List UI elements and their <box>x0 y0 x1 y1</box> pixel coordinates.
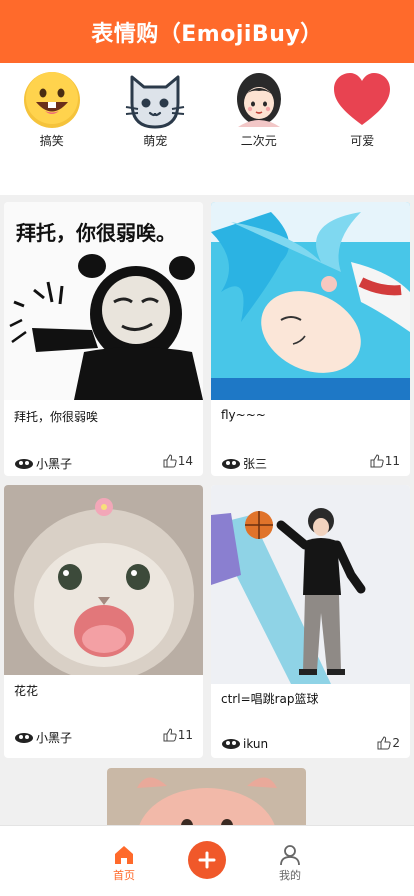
like-button[interactable]: 2 <box>377 736 400 750</box>
like-count: 11 <box>177 728 193 742</box>
tab-home[interactable]: 首页 <box>94 844 154 883</box>
category-funny[interactable]: 搞笑 <box>0 63 104 195</box>
post-title: fly~~~ <box>221 408 266 422</box>
post-card[interactable] <box>107 768 306 825</box>
thumbs-up-icon <box>163 454 177 468</box>
author-name: ikun <box>243 737 269 751</box>
post-title: 花花 <box>14 684 39 698</box>
post-author[interactable]: 小黑子 <box>14 729 72 746</box>
category-label: 可爱 <box>350 134 375 148</box>
anime-girl-icon <box>236 73 281 127</box>
like-count: 11 <box>384 454 400 468</box>
cat-face-icon <box>126 75 185 129</box>
like-button[interactable]: 11 <box>163 728 193 742</box>
like-count: 2 <box>392 736 400 750</box>
tab-home-label: 首页 <box>113 869 135 882</box>
author-avatar-icon <box>15 732 33 743</box>
tab-mine[interactable]: 我的 <box>260 844 320 883</box>
category-anime[interactable]: 二次元 <box>207 63 311 195</box>
category-pets[interactable]: 萌宠 <box>104 63 208 195</box>
post-title: ctrl=唱跳rap篮球 <box>221 692 319 706</box>
post-card[interactable]: 拜托，你很弱唉。 拜托，你很弱唉 小黑子 14 <box>4 202 203 476</box>
category-label: 二次元 <box>240 134 277 148</box>
bottom-tab-bar: 首页 我的 <box>0 825 414 896</box>
plus-icon <box>198 851 216 869</box>
post-card[interactable]: fly~~~ 张三 11 <box>211 202 410 476</box>
panda-meme-image: 拜托，你很弱唉。 <box>4 202 203 400</box>
like-button[interactable]: 11 <box>370 454 400 468</box>
home-icon <box>115 846 133 864</box>
cat-meme-image <box>4 485 203 681</box>
author-avatar-icon <box>222 458 240 469</box>
author-name: 小黑子 <box>36 457 73 471</box>
post-author[interactable]: ikun <box>221 737 268 751</box>
thumbs-up-icon <box>370 454 384 468</box>
category-label: 搞笑 <box>39 134 64 148</box>
meme-caption: 拜托，你很弱唉。 <box>16 221 176 245</box>
user-icon <box>280 845 300 866</box>
post-feed: 拜托，你很弱唉。 拜托，你很弱唉 小黑子 14 fly~~~ 张三 11 花花 … <box>0 195 414 825</box>
thumbs-up-icon <box>377 736 391 750</box>
app-header: 表情购（EmojiBuy） <box>0 0 414 63</box>
thumbs-up-icon <box>163 728 177 742</box>
tab-mine-label: 我的 <box>279 869 301 882</box>
post-author[interactable]: 小黑子 <box>14 455 72 472</box>
like-button[interactable]: 14 <box>163 454 193 468</box>
app-title: 表情购（EmojiBuy） <box>91 21 323 47</box>
heart-icon <box>334 73 391 125</box>
author-name: 小黑子 <box>36 731 73 745</box>
category-cute[interactable]: 可爱 <box>311 63 414 195</box>
pink-pig-image <box>107 768 306 825</box>
app-screen: 表情购（EmojiBuy） 搞笑 萌宠 二次元 可爱 拜托，你很弱唉。 拜托，你… <box>0 0 414 896</box>
category-label: 萌宠 <box>143 134 168 148</box>
laughing-face-icon <box>23 72 80 128</box>
basketball-player-image <box>211 485 410 684</box>
post-card[interactable]: 花花 小黑子 11 <box>4 485 203 758</box>
author-avatar-icon <box>15 458 33 469</box>
author-name: 张三 <box>243 457 268 471</box>
author-avatar-icon <box>222 739 240 749</box>
anime-swimming-image <box>211 202 410 400</box>
post-title: 拜托，你很弱唉 <box>14 410 99 424</box>
add-post-button[interactable] <box>188 841 226 879</box>
like-count: 14 <box>177 454 193 468</box>
post-card[interactable]: ctrl=唱跳rap篮球 ikun 2 <box>211 485 410 758</box>
category-bar: 搞笑 萌宠 二次元 可爱 <box>0 63 414 195</box>
post-author[interactable]: 张三 <box>221 455 267 472</box>
